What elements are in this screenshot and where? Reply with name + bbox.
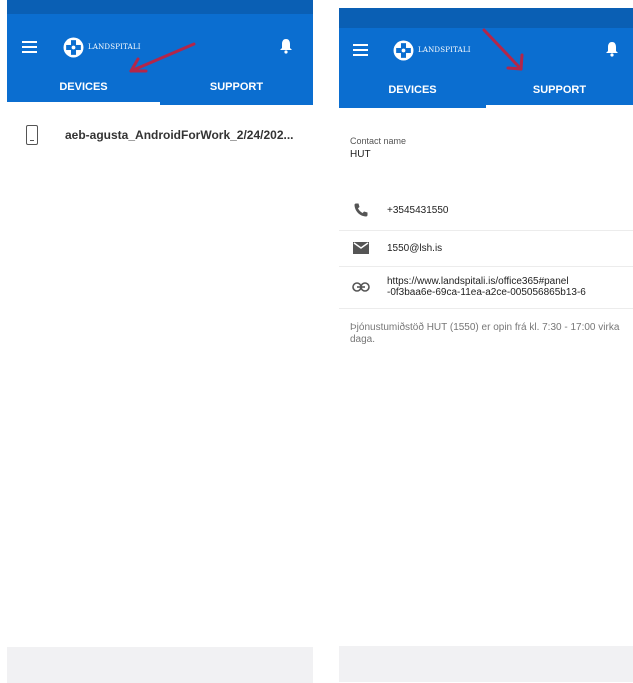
phone-call-icon xyxy=(354,203,368,217)
email-address: 1550@lsh.is xyxy=(387,242,443,254)
device-name: aeb-agusta_AndroidForWork_2/24/202... xyxy=(65,128,294,142)
devices-screen: LANDSPITALI DEVICES SUPPORT aeb-agusta_A… xyxy=(7,0,313,683)
logo-text: LANDSPITALI xyxy=(418,46,471,54)
website-row[interactable]: https://www.landspitali.is/office365#pan… xyxy=(339,266,633,309)
annotation-arrow-icon xyxy=(129,42,196,73)
bell-icon[interactable] xyxy=(605,41,619,57)
tab-devices[interactable]: DEVICES xyxy=(339,74,486,108)
tab-bar: DEVICES SUPPORT xyxy=(339,74,633,108)
mail-icon xyxy=(353,242,369,254)
bell-icon[interactable] xyxy=(279,38,293,54)
status-bar xyxy=(7,0,313,14)
opening-hours-note: Þjónustumiðstöð HUT (1550) er opin frá k… xyxy=(350,322,620,345)
website-url-line-1: https://www.landspitali.is/office365#pan… xyxy=(387,276,569,287)
device-list-item[interactable]: aeb-agusta_AndroidForWork_2/24/202... xyxy=(7,115,313,155)
phone-number: +3545431550 xyxy=(387,204,449,216)
landspitali-logo: LANDSPITALI xyxy=(393,40,471,60)
website-url: https://www.landspitali.is/office365#pan… xyxy=(387,276,586,298)
annotation-arrow-icon xyxy=(482,28,524,71)
bottom-bar xyxy=(7,647,313,683)
contact-name-value: HUT xyxy=(350,149,371,160)
hamburger-menu-icon[interactable] xyxy=(22,41,37,53)
hamburger-menu-icon[interactable] xyxy=(353,44,368,56)
tab-support[interactable]: SUPPORT xyxy=(486,74,633,108)
status-bar xyxy=(339,8,633,28)
support-screen: LANDSPITALI DEVICES SUPPORT Contact name… xyxy=(339,0,633,683)
website-url-line-2: -0f3baa6e-69ca-11ea-a2ce-005056865b13-6 xyxy=(387,287,586,298)
contact-name-label: Contact name xyxy=(350,136,407,146)
email-row[interactable]: 1550@lsh.is xyxy=(339,230,633,267)
landspitali-cross-icon xyxy=(393,40,414,60)
link-icon xyxy=(352,282,370,292)
phone-icon xyxy=(26,125,38,145)
bottom-bar xyxy=(339,646,633,682)
phone-row[interactable]: +3545431550 xyxy=(339,190,633,231)
landspitali-cross-icon xyxy=(63,37,84,57)
